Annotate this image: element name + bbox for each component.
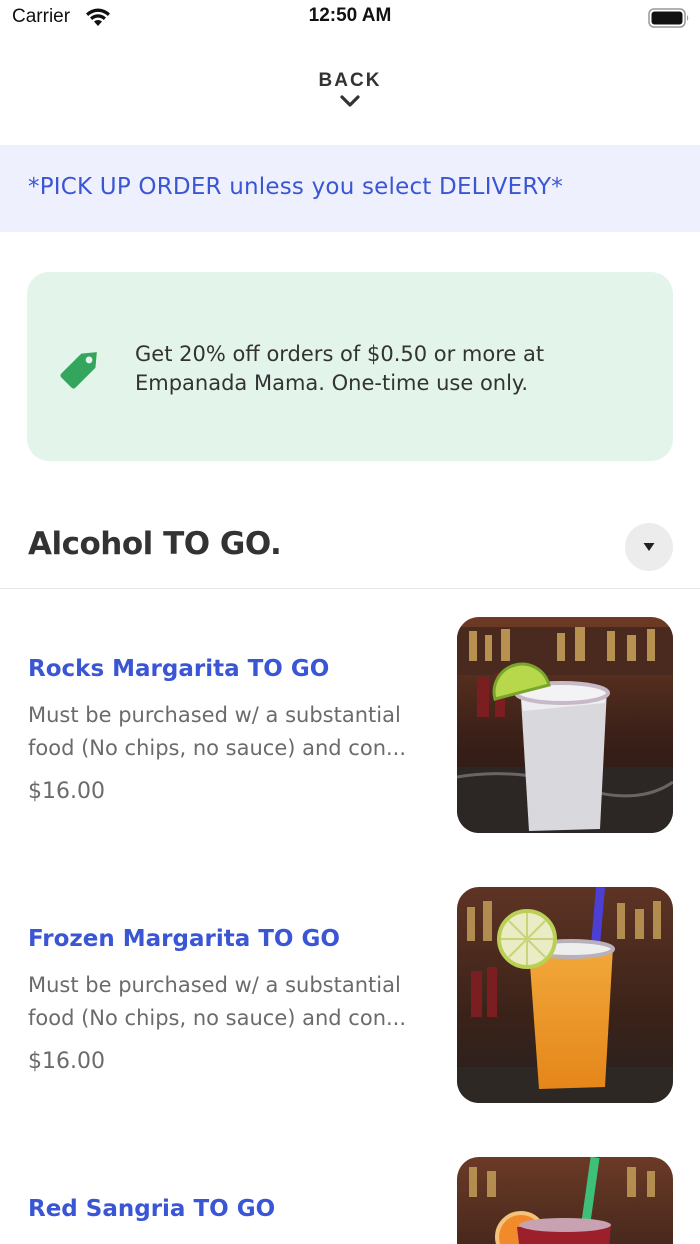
notice-text: *PICK UP ORDER unless you select DELIVER… [28,174,563,200]
item-description: Must be purchased w/ a substantial food … [28,699,428,765]
menu-item[interactable]: Red Sangria TO GO [0,1129,700,1244]
item-price: $16.00 [28,1049,105,1074]
menu-item[interactable]: Frozen Margarita TO GO Must be purchased… [0,859,700,1130]
item-description-line-2: food (No chips, no sauce) and con... [28,1006,407,1030]
category-header: Alcohol TO GO. [0,520,700,589]
promo-line-2: Empanada Mama. One-time use only. [135,371,529,395]
item-description-line-1: Must be purchased w/ a substantial [28,703,401,727]
item-price: $16.00 [28,779,105,804]
clock: 12:50 AM [308,5,392,26]
item-photo [457,887,673,1103]
back-button[interactable]: BACK [0,70,700,108]
item-description-line-2: food (No chips, no sauce) and con... [28,736,407,760]
caret-down-icon [643,543,655,551]
item-name: Frozen Margarita TO GO [28,926,340,952]
promo-text: Get 20% off orders of $0.50 or more at E… [135,340,595,398]
item-name: Red Sangria TO GO [28,1196,276,1222]
category-title: Alcohol TO GO. [28,526,282,562]
menu-item[interactable]: Rocks Margarita TO GO Must be purchased … [0,589,700,860]
chevron-down-icon [340,95,360,107]
battery-icon [648,8,689,28]
category-collapse-button[interactable] [625,523,673,571]
item-description-line-1: Must be purchased w/ a substantial [28,973,401,997]
back-label: BACK [318,70,382,91]
item-description: Must be purchased w/ a substantial food … [28,969,428,1035]
tag-icon [60,352,97,389]
promo-line-1: Get 20% off orders of $0.50 or more at [135,342,545,366]
promo-card: Get 20% off orders of $0.50 or more at E… [27,272,673,461]
item-photo [457,1157,673,1244]
status-bar: Carrier 12:50 AM [0,0,700,40]
order-type-notice: *PICK UP ORDER unless you select DELIVER… [0,145,700,232]
item-photo [457,617,673,833]
item-name: Rocks Margarita TO GO [28,656,330,682]
